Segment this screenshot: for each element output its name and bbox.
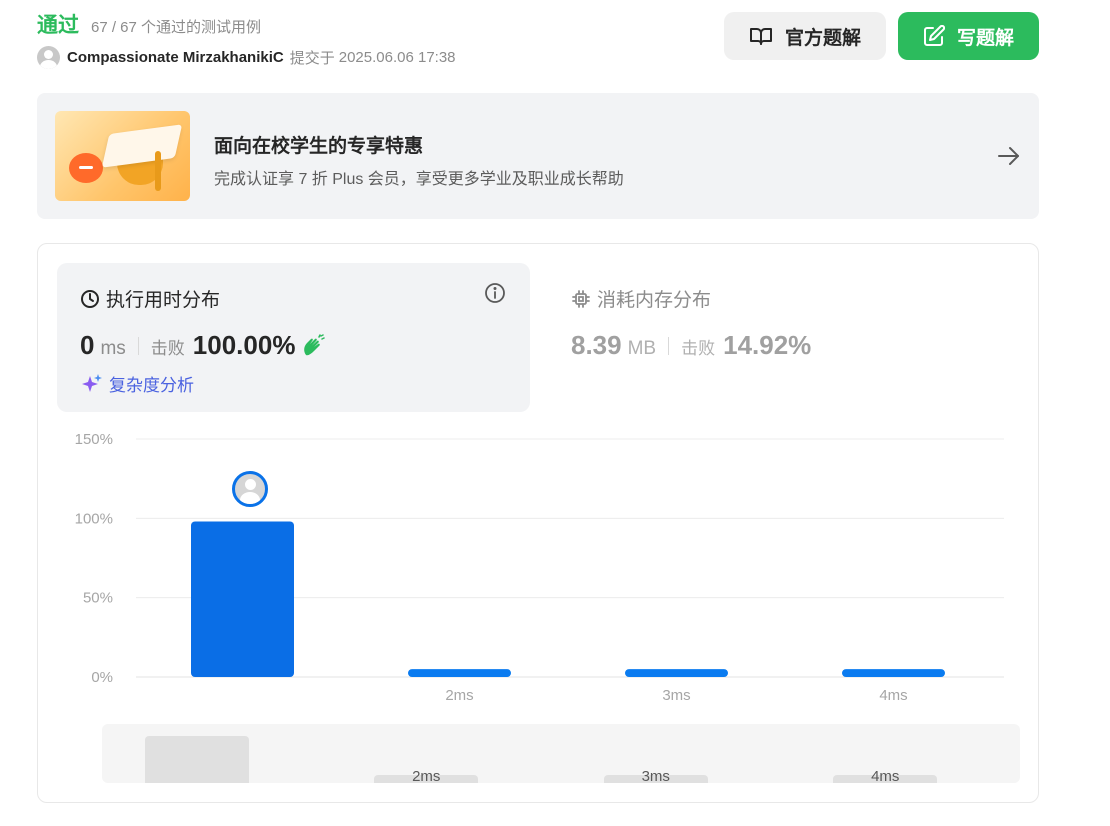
- chart-bar: [842, 669, 945, 677]
- memory-metric: 8.39 MB 击败 14.92%: [571, 330, 811, 361]
- chart-bar: [408, 669, 511, 677]
- overview-label: 2ms: [412, 768, 441, 783]
- book-icon: [749, 28, 772, 45]
- complexity-analysis-link[interactable]: 复杂度分析: [81, 371, 194, 396]
- runtime-metric: 0 ms 击败 100.00%: [80, 330, 326, 361]
- arrow-right-icon[interactable]: [997, 145, 1021, 167]
- current-user-avatar-icon: [232, 471, 268, 507]
- x-tick-label: 2ms: [445, 687, 473, 704]
- info-icon[interactable]: [484, 282, 506, 304]
- chart-bar: [625, 669, 728, 677]
- official-solution-button[interactable]: 官方题解: [724, 12, 886, 60]
- promo-title: 面向在校学生的专享特惠: [214, 136, 424, 157]
- overview-label: 4ms: [871, 768, 900, 783]
- graduation-cap-icon: [55, 111, 190, 201]
- memory-title: 消耗内存分布: [571, 285, 711, 312]
- runtime-value: 0: [80, 330, 95, 360]
- edit-icon: [923, 25, 945, 46]
- chart-bar: [191, 521, 294, 677]
- user-name[interactable]: Compassionate MirzakhanikiC: [67, 49, 284, 66]
- overview-bar: [144, 736, 249, 783]
- chart-overview-brush[interactable]: 2ms 3ms 4ms: [102, 724, 1020, 783]
- write-solution-button[interactable]: 写题解: [898, 12, 1039, 60]
- memory-beat-label: 击败: [681, 339, 716, 358]
- runtime-beat-label: 击败: [150, 339, 185, 358]
- write-solution-label: 写题解: [956, 27, 1014, 49]
- chip-icon: [572, 289, 590, 308]
- x-tick-label: 4ms: [879, 687, 907, 704]
- submitter-info: Compassionate MirzakhanikiC 提交于 2025.06.…: [37, 46, 456, 69]
- clock-icon: [81, 289, 99, 308]
- official-solution-label: 官方题解: [784, 27, 861, 49]
- clap-icon: [304, 333, 326, 355]
- status-title: 通过: [37, 14, 79, 37]
- y-tick-label: 0%: [91, 669, 113, 686]
- metric-divider: [668, 336, 670, 355]
- submitted-time: 2025.06.06 17:38: [338, 49, 456, 66]
- memory-beat-value: 14.92%: [723, 330, 812, 360]
- runtime-title: 执行用时分布: [80, 285, 220, 312]
- submission-status: 通过 67 / 67 个通过的测试用例: [37, 9, 261, 39]
- y-tick-label: 100%: [75, 510, 113, 527]
- y-tick-label: 150%: [75, 431, 113, 448]
- promo-subtitle: 完成认证享 7 折 Plus 会员，享受更多学业及职业成长帮助: [214, 171, 624, 188]
- user-avatar-icon[interactable]: [37, 46, 60, 69]
- sparkle-icon: [82, 373, 102, 392]
- overview-label: 3ms: [641, 768, 670, 783]
- runtime-distribution-chart[interactable]: 0% 50% 100% 150% 2ms 3ms 4ms: [38, 424, 1038, 714]
- submitted-label: 提交于: [289, 50, 335, 67]
- distribution-card: 执行用时分布 0 ms 击败 100.00% 复杂度分析 消耗内存分布 8.39…: [37, 243, 1039, 803]
- y-tick-label: 50%: [83, 590, 113, 607]
- memory-panel[interactable]: 消耗内存分布 8.39 MB 击败 14.92%: [571, 263, 1001, 412]
- memory-unit: MB: [627, 338, 657, 359]
- runtime-panel[interactable]: 执行用时分布 0 ms 击败 100.00% 复杂度分析: [57, 263, 530, 412]
- runtime-beat-value: 100.00%: [192, 330, 296, 360]
- x-tick-label: 3ms: [662, 687, 690, 704]
- tests-passed-count: 67 / 67 个通过的测试用例: [91, 19, 262, 36]
- metric-divider: [137, 336, 139, 355]
- runtime-unit: ms: [100, 338, 126, 359]
- memory-value: 8.39: [571, 330, 622, 360]
- student-promo-banner[interactable]: 面向在校学生的专享特惠 完成认证享 7 折 Plus 会员，享受更多学业及职业成…: [37, 93, 1039, 219]
